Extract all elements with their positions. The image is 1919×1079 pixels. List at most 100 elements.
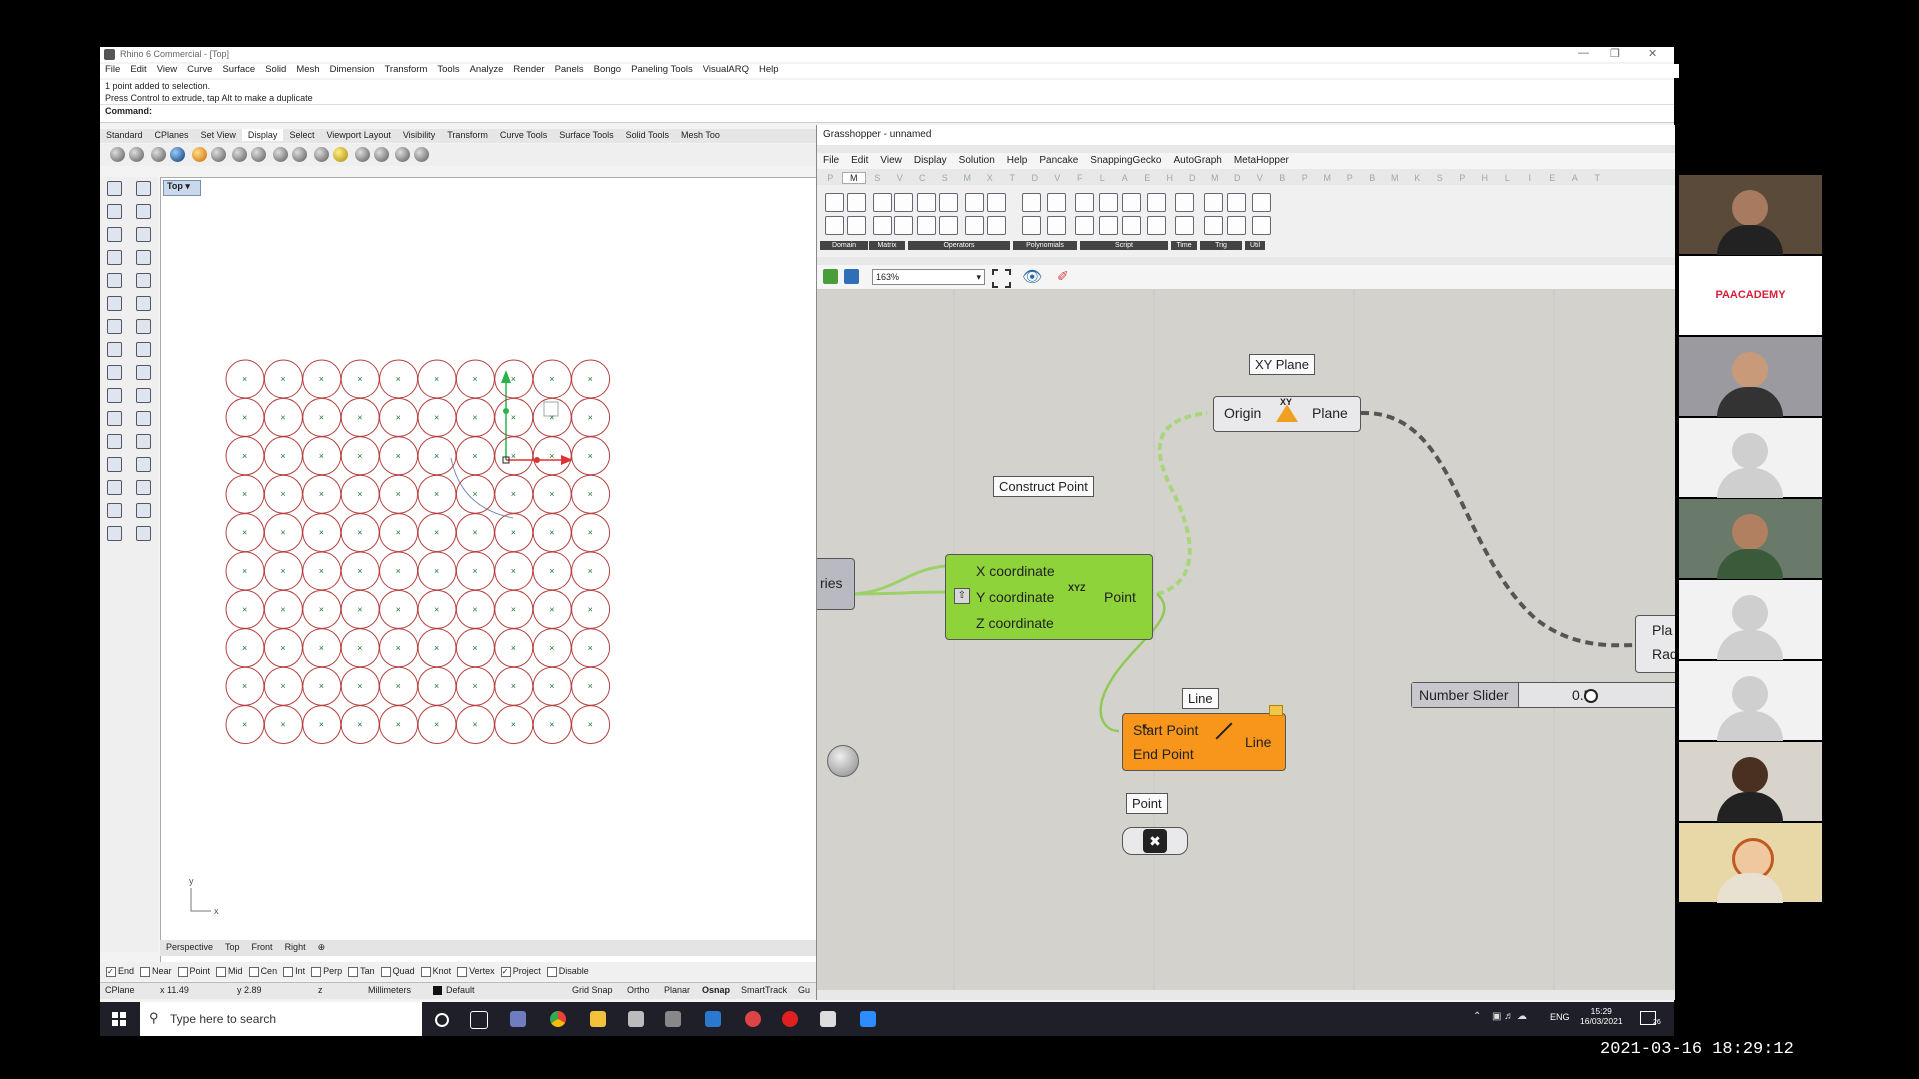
gh-category-tab[interactable]: X bbox=[979, 173, 1002, 183]
grid-point-icon[interactable]: × bbox=[434, 528, 439, 538]
zoom-extents-icon[interactable] bbox=[992, 269, 1011, 288]
rhino-tab[interactable]: Viewport Layout bbox=[320, 129, 396, 141]
grid-point-icon[interactable]: × bbox=[396, 681, 401, 691]
gumball-y-handle[interactable] bbox=[503, 408, 509, 414]
grid-point-icon[interactable]: × bbox=[319, 412, 324, 422]
display-tool-icon[interactable] bbox=[191, 147, 207, 162]
display-tool-icon[interactable] bbox=[251, 147, 267, 162]
gumball-y-arrow-icon[interactable] bbox=[501, 370, 511, 383]
participant-video[interactable] bbox=[1679, 742, 1822, 822]
modeling-tool-icon[interactable] bbox=[136, 388, 151, 403]
modeling-tool-icon[interactable] bbox=[107, 319, 122, 334]
gh-category-tab[interactable]: V bbox=[1046, 173, 1069, 183]
rhino-tab[interactable]: Mesh Too bbox=[675, 129, 726, 141]
participant-brand-tile[interactable]: PAACADEMY bbox=[1679, 256, 1822, 335]
input-x-coordinate[interactable]: X coordinate bbox=[976, 563, 1055, 579]
modeling-tool-icon[interactable] bbox=[107, 227, 122, 242]
grid-point-icon[interactable]: × bbox=[472, 643, 477, 653]
modeling-tool-icon[interactable] bbox=[107, 434, 122, 449]
gh-category-tab[interactable]: S bbox=[1429, 173, 1452, 183]
viewport-title[interactable]: Top ▾ bbox=[163, 180, 201, 196]
gh-category-tab[interactable]: H bbox=[1159, 173, 1182, 183]
grid-point-icon[interactable]: × bbox=[242, 681, 247, 691]
grid-point-icon[interactable]: × bbox=[280, 681, 285, 691]
modeling-tool-icon[interactable] bbox=[136, 434, 151, 449]
modeling-tool-icon[interactable] bbox=[107, 250, 122, 265]
grid-point-icon[interactable]: × bbox=[242, 528, 247, 538]
zoom-select[interactable]: 163% ▾ bbox=[872, 269, 985, 285]
grid-point-icon[interactable]: × bbox=[549, 374, 554, 384]
component-icon[interactable] bbox=[1147, 216, 1166, 235]
gh-menu-item[interactable]: Help bbox=[1007, 155, 1028, 166]
osnap-near[interactable]: Near bbox=[140, 966, 172, 977]
gh-category-tab[interactable]: D bbox=[1181, 173, 1204, 183]
osnap-tan[interactable]: Tan bbox=[348, 966, 375, 977]
gh-menu-item[interactable]: Display bbox=[914, 155, 947, 166]
osnap-int[interactable]: Int bbox=[283, 966, 305, 977]
grid-point-icon[interactable]: × bbox=[357, 528, 362, 538]
modeling-tool-icon[interactable] bbox=[107, 296, 122, 311]
ribbon-section-label[interactable]: Script bbox=[1080, 241, 1168, 250]
gh-category-tab[interactable]: D bbox=[1226, 173, 1249, 183]
grid-point-icon[interactable]: × bbox=[396, 604, 401, 614]
grid-point-icon[interactable]: × bbox=[511, 604, 516, 614]
checkbox[interactable]: ✓ bbox=[106, 966, 116, 977]
gh-category-tab[interactable]: M bbox=[841, 172, 866, 184]
component-icon[interactable] bbox=[1227, 216, 1246, 235]
gh-menu-item[interactable]: Pancake bbox=[1039, 155, 1078, 166]
grid-point-icon[interactable]: × bbox=[242, 412, 247, 422]
component-icon[interactable] bbox=[1122, 193, 1141, 212]
gh-category-tab[interactable]: B bbox=[1271, 173, 1294, 183]
gh-category-tab[interactable]: M bbox=[1204, 173, 1227, 183]
grid-point-icon[interactable]: × bbox=[472, 528, 477, 538]
component-icon[interactable] bbox=[917, 193, 936, 212]
rhino-menu-item[interactable]: Curve bbox=[187, 64, 212, 75]
warning-balloon-icon[interactable] bbox=[1269, 705, 1283, 716]
display-tool-icon[interactable] bbox=[232, 147, 248, 162]
rhino-tab[interactable]: Set View bbox=[195, 129, 242, 141]
grid-point-icon[interactable]: × bbox=[511, 374, 516, 384]
ribbon-section-label[interactable]: Matrix bbox=[869, 241, 905, 250]
preview-eye-icon[interactable]: 👁 bbox=[1022, 267, 1042, 287]
gh-category-tab[interactable]: P bbox=[819, 173, 842, 183]
grid-point-icon[interactable]: × bbox=[472, 604, 477, 614]
rhino-menu-item[interactable]: Help bbox=[759, 64, 779, 75]
rhino-tab[interactable]: Visibility bbox=[397, 129, 441, 141]
gh-category-tab[interactable]: D bbox=[1024, 173, 1047, 183]
component-icon[interactable] bbox=[1075, 216, 1094, 235]
modeling-tool-icon[interactable] bbox=[136, 273, 151, 288]
status-cplane[interactable]: CPlane bbox=[105, 985, 135, 995]
gh-category-tab[interactable]: E bbox=[1541, 173, 1564, 183]
gh-category-tab[interactable]: H bbox=[1474, 173, 1497, 183]
component-icon[interactable] bbox=[873, 193, 892, 212]
xy-plane-input-origin[interactable]: Origin bbox=[1224, 405, 1261, 421]
gh-menu-item[interactable]: Solution bbox=[959, 155, 995, 166]
grid-point-icon[interactable]: × bbox=[434, 412, 439, 422]
checkbox[interactable] bbox=[380, 966, 391, 977]
gh-menu-item[interactable]: Edit bbox=[851, 155, 868, 166]
modeling-tool-icon[interactable] bbox=[136, 319, 151, 334]
grid-point-icon[interactable]: × bbox=[357, 489, 362, 499]
checkbox[interactable] bbox=[216, 966, 227, 977]
grid-point-icon[interactable]: × bbox=[396, 528, 401, 538]
output-point[interactable]: Point bbox=[1104, 589, 1136, 605]
add-viewport-icon[interactable]: ⊕ bbox=[312, 940, 332, 955]
participant-avatar-tile[interactable] bbox=[1679, 661, 1822, 741]
display-tool-icon[interactable] bbox=[210, 147, 226, 162]
task-view-icon[interactable] bbox=[470, 1011, 488, 1029]
rhino-menu-item[interactable]: View bbox=[157, 64, 177, 75]
gh-category-tab[interactable]: F bbox=[1069, 173, 1092, 183]
grid-point-icon[interactable]: × bbox=[396, 451, 401, 461]
component-icon[interactable] bbox=[939, 216, 958, 235]
grid-point-icon[interactable]: × bbox=[434, 374, 439, 384]
gh-menu-item[interactable]: File bbox=[823, 155, 839, 166]
checkbox[interactable] bbox=[546, 966, 557, 977]
grid-point-icon[interactable]: × bbox=[511, 489, 516, 499]
grasshopper-canvas[interactable]: ries XY Plane Origin XY Plane Construct … bbox=[817, 290, 1675, 990]
ribbon-section-label[interactable]: Operators bbox=[908, 241, 1010, 250]
component-icon[interactable] bbox=[939, 193, 958, 212]
gh-category-tab[interactable]: M bbox=[956, 173, 979, 183]
grid-point-icon[interactable]: × bbox=[319, 374, 324, 384]
grid-point-icon[interactable]: × bbox=[549, 604, 554, 614]
grid-point-icon[interactable]: × bbox=[434, 604, 439, 614]
